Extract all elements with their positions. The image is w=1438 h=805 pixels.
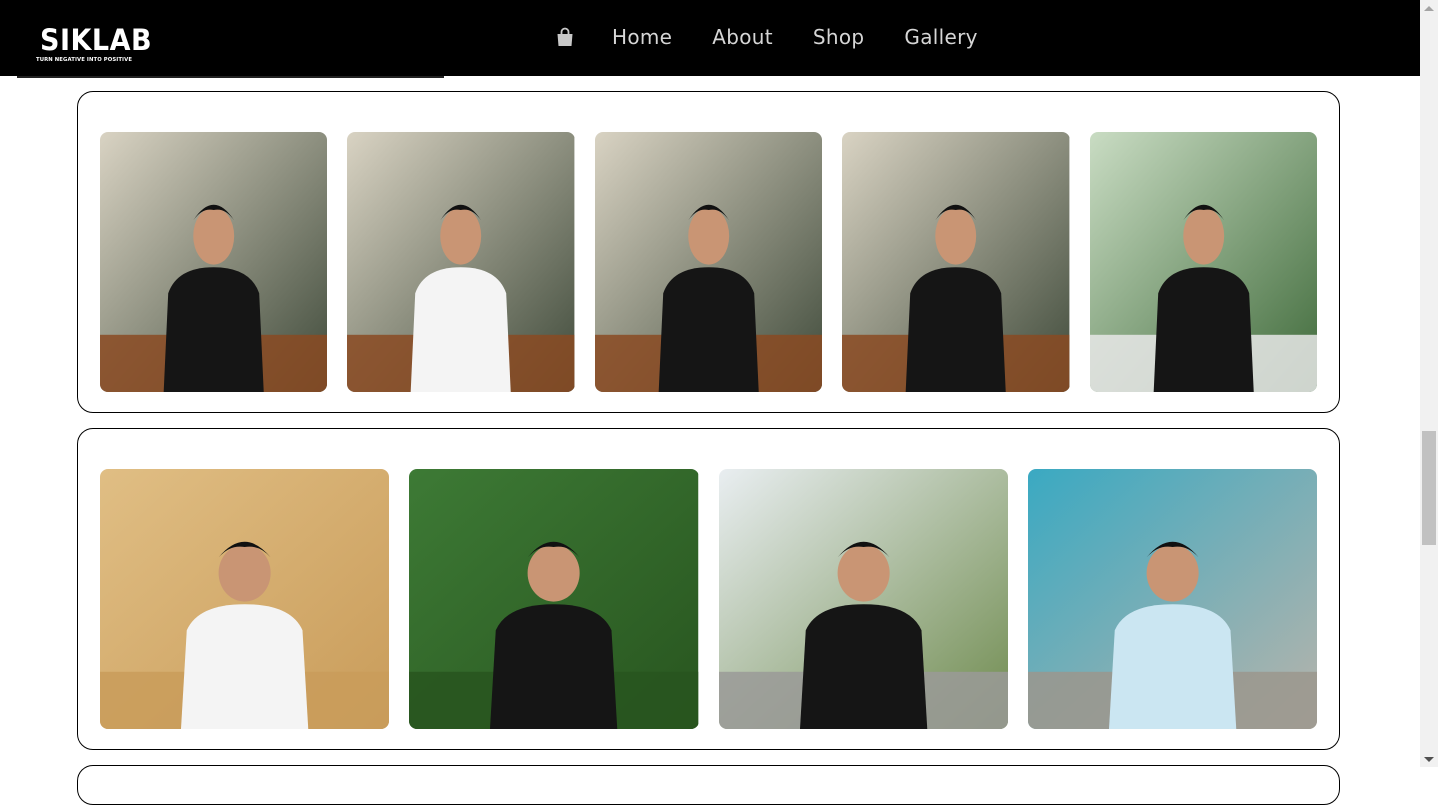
- nav-link-gallery[interactable]: Gallery: [904, 25, 977, 49]
- scroll-down-arrow-icon[interactable]: [1424, 757, 1434, 762]
- scroll-up-arrow-icon[interactable]: [1424, 6, 1434, 11]
- header-divider: [17, 76, 444, 78]
- siklab-logo[interactable]: SIKLAB TURN NEGATIVE INTO POSITIVE: [36, 24, 153, 70]
- vertical-scrollbar[interactable]: [1420, 0, 1438, 767]
- photo-row: [100, 132, 1318, 392]
- gallery-photo-model-white-tee-focus-wall[interactable]: [100, 469, 390, 729]
- shopping-bag-icon[interactable]: [556, 27, 574, 47]
- top-navbar: SIKLAB TURN NEGATIVE INTO POSITIVE Home …: [0, 0, 1420, 76]
- gallery-photo-model-black-tee-holding-drink[interactable]: [594, 132, 823, 392]
- scrollbar-thumb[interactable]: [1422, 431, 1436, 545]
- gallery-photo-model-black-tee-parking-lot[interactable]: [718, 469, 1008, 729]
- gallery-photo-model-black-tee-seated-cafe[interactable]: [100, 132, 328, 392]
- gallery-photo-model-black-tee-mindset-print[interactable]: [842, 132, 1070, 392]
- photo-row: [100, 469, 1317, 729]
- nav-link-about[interactable]: About: [712, 25, 773, 49]
- main-nav: Home About Shop Gallery: [556, 22, 1018, 52]
- logo-wordmark: SIKLAB: [40, 24, 153, 58]
- gallery-photo-model-black-tee-mindset-outdoor[interactable]: [1089, 132, 1318, 392]
- nav-link-home[interactable]: Home: [612, 25, 672, 49]
- gallery-photo-model-black-tee-regret-print[interactable]: [409, 469, 699, 729]
- gallery-photo-model-light-blue-tee-garage[interactable]: [1027, 469, 1317, 729]
- gallery-row-card: [77, 428, 1340, 750]
- gallery-photo-model-white-tee-back-print[interactable]: [347, 132, 575, 392]
- gallery-row-card: [77, 765, 1340, 805]
- nav-link-shop[interactable]: Shop: [813, 25, 865, 49]
- gallery-row-card: [77, 91, 1340, 413]
